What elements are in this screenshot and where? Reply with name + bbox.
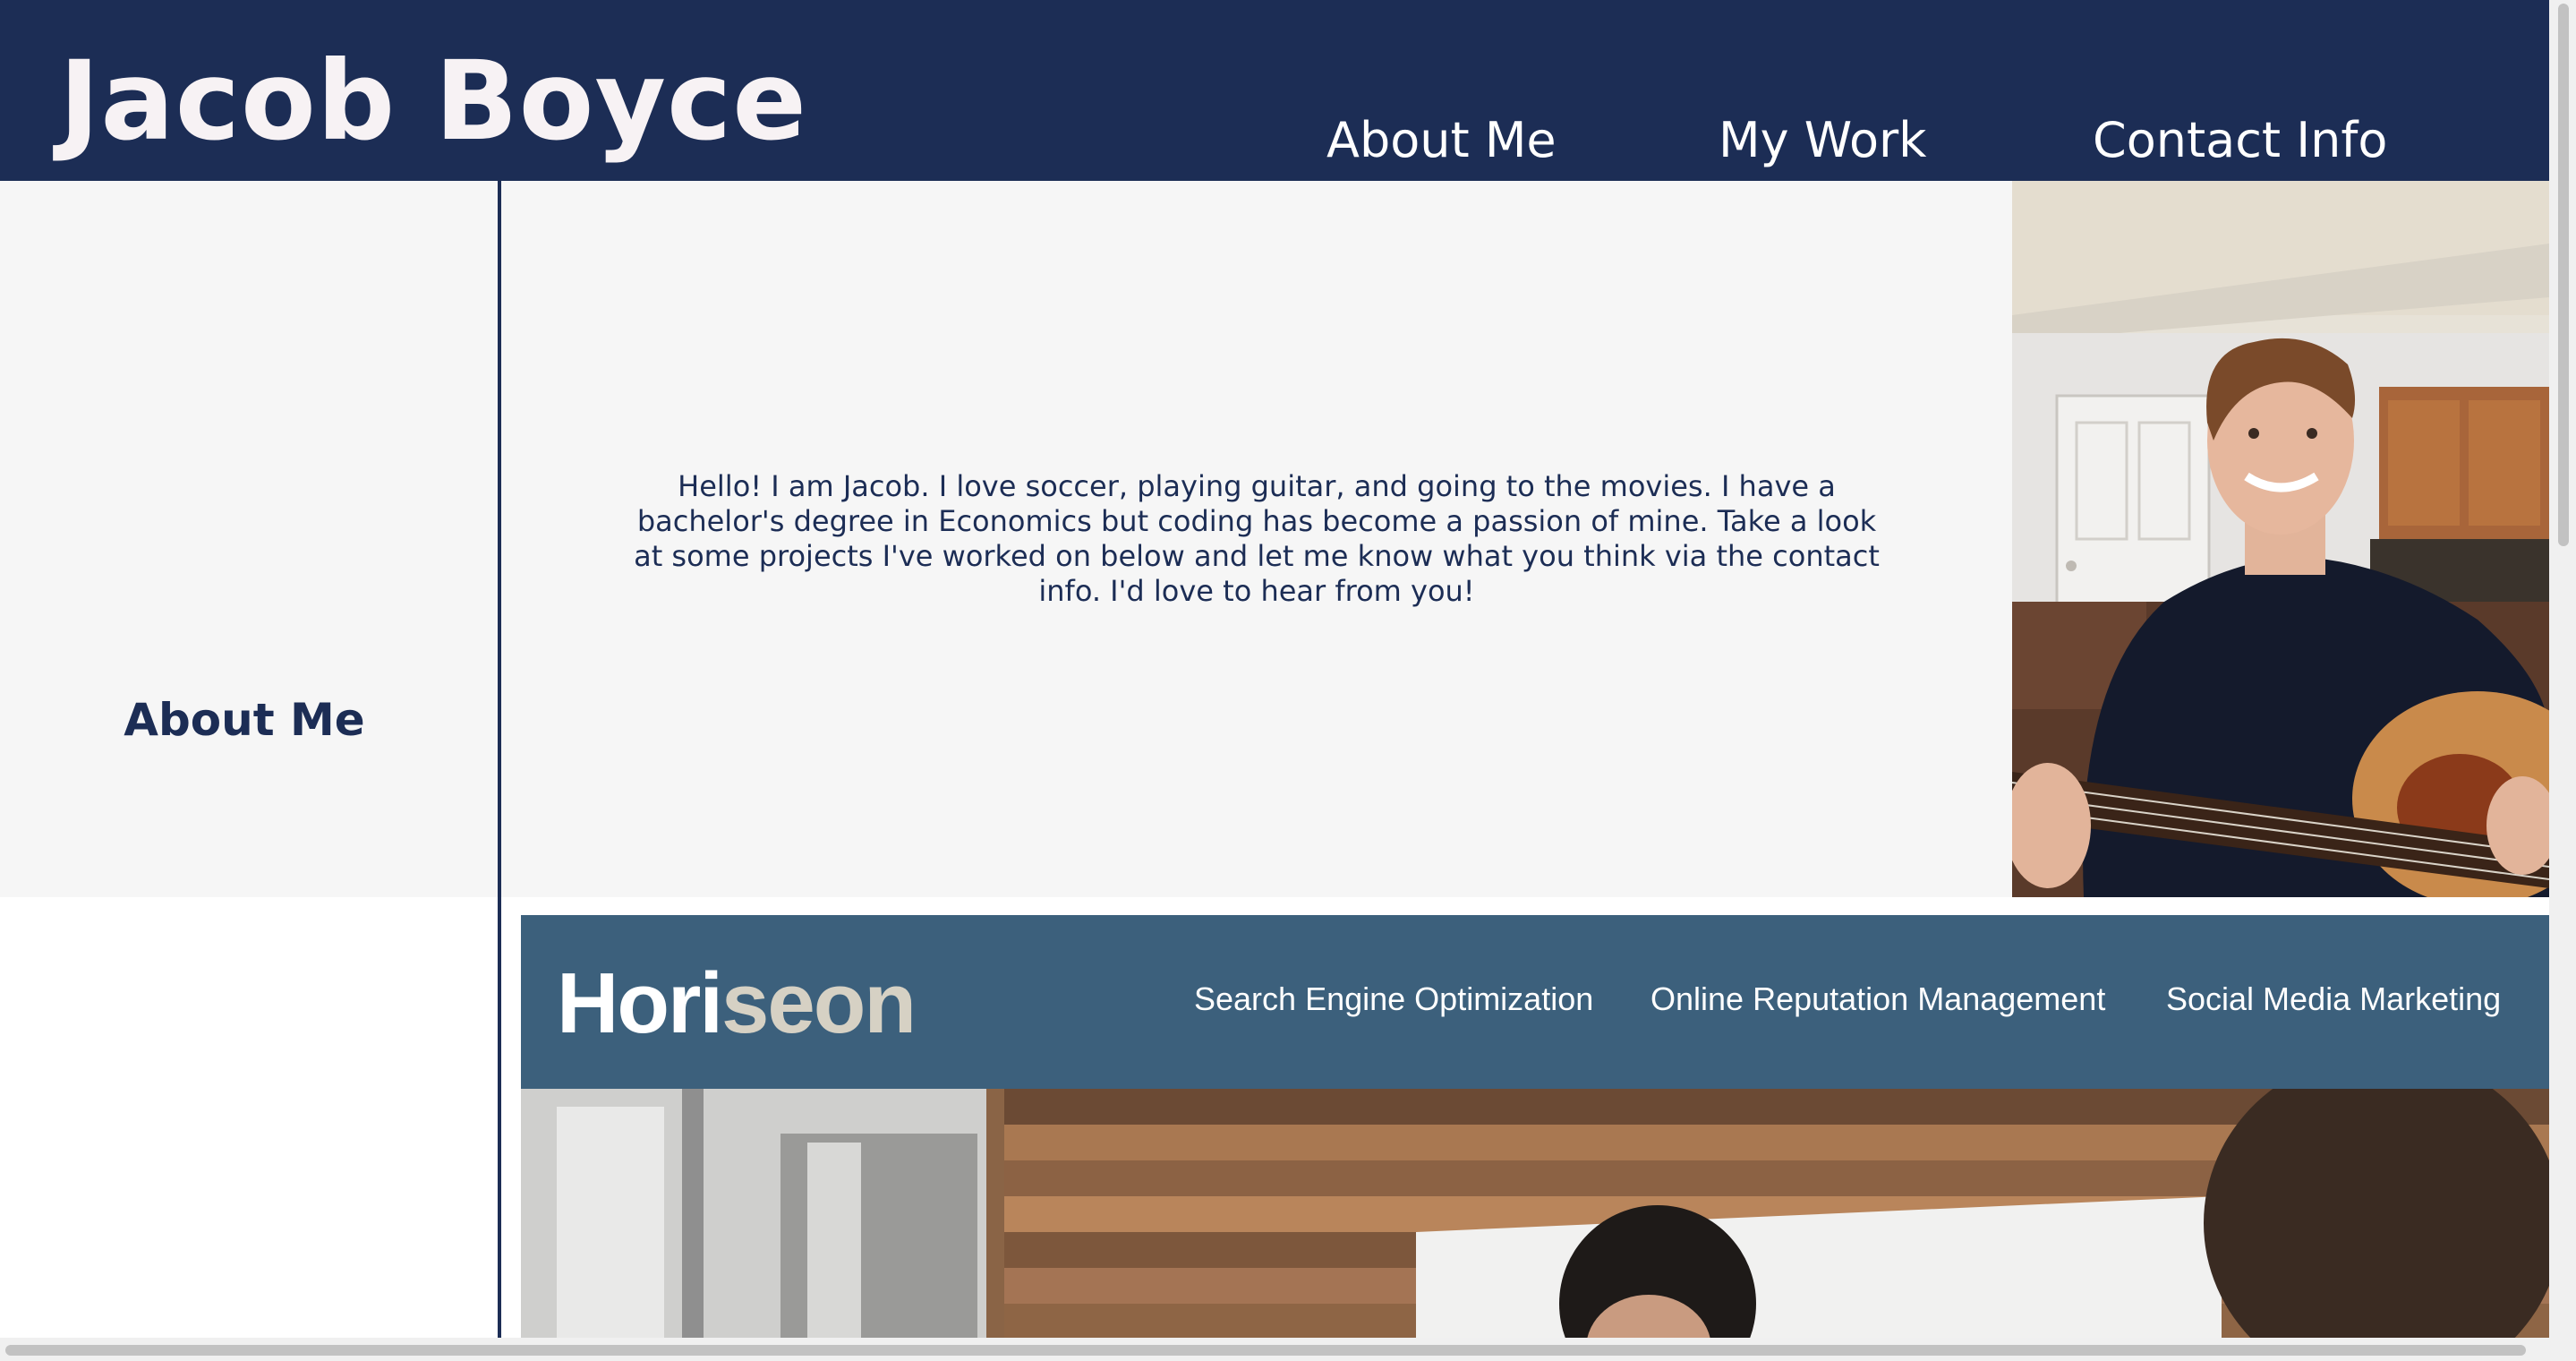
site-title: Jacob Boyce: [59, 38, 808, 165]
nav-my-work[interactable]: My Work: [1719, 111, 1926, 170]
about-section: Hello! I am Jacob. I love soccer, playin…: [501, 181, 2012, 897]
profile-photo-illustration: [2012, 181, 2549, 897]
project-nav-social[interactable]: Social Media Marketing: [2166, 980, 2501, 1019]
project-logo-part2: seon: [721, 955, 917, 1051]
project-nav-reputation[interactable]: Online Reputation Management: [1651, 980, 2105, 1019]
project-nav-seo[interactable]: Search Engine Optimization: [1194, 980, 1593, 1019]
about-heading: About Me: [124, 694, 365, 746]
nav-contact-info[interactable]: Contact Info: [2093, 111, 2387, 170]
project-preview-horiseon[interactable]: Horiseon Search Engine Optimization Onli…: [521, 915, 2549, 1338]
site-header: Jacob Boyce About Me My Work Contact Inf…: [0, 0, 2549, 181]
project-hero-illustration: [521, 1053, 2549, 1338]
about-sidebar: About Me: [0, 181, 498, 897]
vertical-scrollbar-thumb[interactable]: [2558, 4, 2569, 546]
page-viewport: Jacob Boyce About Me My Work Contact Inf…: [0, 0, 2549, 1338]
about-text: Hello! I am Jacob. I love soccer, playin…: [634, 469, 1880, 608]
project-hero-image: [521, 1053, 2549, 1338]
horizontal-scrollbar-thumb[interactable]: [5, 1345, 2526, 1356]
project-header: Horiseon Search Engine Optimization Onli…: [521, 915, 2549, 1089]
profile-photo: [2012, 181, 2549, 897]
nav-about-me[interactable]: About Me: [1326, 111, 1557, 170]
project-logo: Horiseon: [557, 954, 917, 1053]
project-logo-part1: Hori: [557, 955, 723, 1051]
